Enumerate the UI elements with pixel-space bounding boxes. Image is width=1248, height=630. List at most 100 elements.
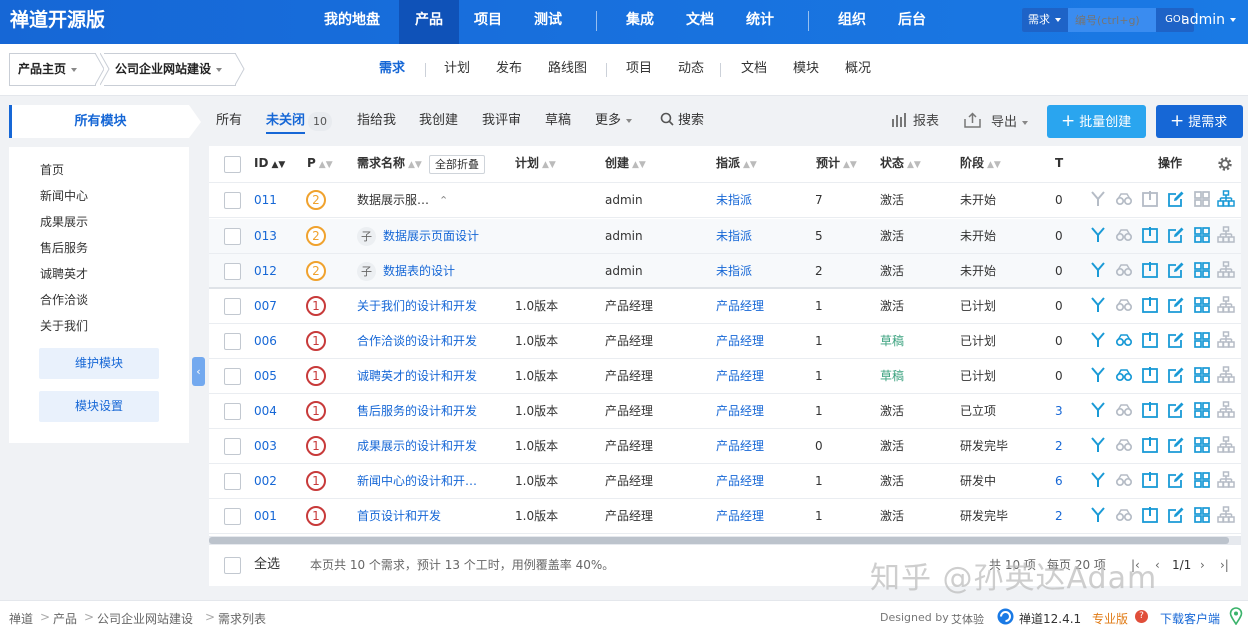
split-story-icon[interactable] (1217, 331, 1235, 349)
subnav-doc[interactable]: 文档 (741, 59, 767, 79)
create-case-icon[interactable] (1193, 296, 1211, 314)
pro-edition-link[interactable]: 专业版 (1092, 610, 1128, 627)
close-story-icon[interactable] (1141, 401, 1159, 419)
subnav-stories[interactable]: 需求 (379, 59, 405, 79)
edit-icon[interactable] (1167, 401, 1185, 419)
table-row[interactable]: 011 2 数据展示服… ⌃ admin 未指派 7 激活 未开始 0 (209, 183, 1241, 218)
table-row[interactable]: 004 1 售后服务的设计和开发 1.0版本 产品经理 产品经理 1 激活 已立… (209, 394, 1241, 429)
story-title-link[interactable]: 数据表的设计 (383, 264, 455, 278)
subnav-overview[interactable]: 概况 (845, 59, 871, 79)
close-story-icon[interactable] (1141, 471, 1159, 489)
select-all-checkbox[interactable] (224, 156, 241, 173)
assignee-link[interactable]: 产品经理 (716, 429, 764, 463)
product-home-dropdown[interactable]: 产品主页 (9, 53, 96, 86)
col-stage[interactable]: 阶段 ▲▼ (960, 146, 1001, 182)
tab-draft[interactable]: 草稿 (545, 112, 571, 129)
batch-create-button[interactable]: + 批量创建 (1047, 105, 1146, 138)
assignee-link[interactable]: 未指派 (716, 254, 752, 288)
module-item-about[interactable]: 关于我们 (40, 317, 88, 334)
module-settings-button[interactable]: 模块设置 (39, 391, 159, 422)
split-story-icon[interactable] (1217, 366, 1235, 384)
story-title-link[interactable]: 关于我们的设计和开发 (357, 299, 477, 313)
row-checkbox[interactable] (224, 473, 241, 490)
row-checkbox[interactable] (224, 192, 241, 209)
designer-link[interactable]: 艾体验 (951, 611, 984, 627)
task-count-cell[interactable]: 2 (1055, 499, 1063, 533)
product-switch-dropdown[interactable]: 公司企业网站建设 (104, 53, 236, 86)
review-icon[interactable] (1115, 331, 1133, 349)
row-checkbox[interactable] (224, 403, 241, 420)
story-id[interactable]: 005 (254, 359, 277, 393)
last-page-icon[interactable]: ›| (1220, 548, 1229, 582)
maintain-module-button[interactable]: 维护模块 (39, 348, 159, 379)
footer-crumb-product[interactable]: 产品 (53, 610, 77, 627)
change-icon[interactable] (1089, 366, 1107, 384)
module-item-news[interactable]: 新闻中心 (40, 187, 88, 204)
edit-icon[interactable] (1167, 366, 1185, 384)
tab-search[interactable]: 搜索 (660, 112, 704, 129)
nav-doc[interactable]: 文档 (686, 0, 714, 44)
all-modules-title[interactable]: 所有模块 (9, 105, 201, 138)
version-link[interactable]: 禅道12.4.1 (1019, 610, 1081, 627)
tab-reviewed-by-me[interactable]: 我评审 (482, 112, 521, 129)
col-status[interactable]: 状态 ▲▼ (880, 146, 921, 182)
split-story-icon[interactable] (1217, 190, 1235, 208)
tab-unclosed[interactable]: 未关闭 (266, 112, 306, 134)
story-title-link[interactable]: 合作洽谈的设计和开发 (357, 334, 477, 348)
split-story-icon[interactable] (1217, 401, 1235, 419)
row-checkbox[interactable] (224, 438, 241, 455)
nav-my-dashboard[interactable]: 我的地盘 (324, 0, 380, 44)
table-row[interactable]: 002 1 新闻中心的设计和开… 1.0版本 产品经理 产品经理 1 激活 研发… (209, 464, 1241, 499)
subnav-roadmap[interactable]: 路线图 (548, 59, 587, 79)
edit-icon[interactable] (1167, 226, 1185, 244)
module-item-service[interactable]: 售后服务 (40, 239, 88, 256)
story-id[interactable]: 002 (254, 464, 277, 498)
assignee-link[interactable]: 产品经理 (716, 359, 764, 393)
assignee-link[interactable]: 产品经理 (716, 394, 764, 428)
change-icon[interactable] (1089, 226, 1107, 244)
create-case-icon[interactable] (1193, 366, 1211, 384)
story-title-link[interactable]: 诚聘英才的设计和开发 (357, 369, 477, 383)
col-estimate[interactable]: 预计 ▲▼ (816, 146, 857, 182)
change-icon[interactable] (1089, 471, 1107, 489)
close-story-icon[interactable] (1141, 506, 1159, 524)
split-story-icon[interactable] (1217, 506, 1235, 524)
story-id[interactable]: 003 (254, 429, 277, 463)
assignee-link[interactable]: 未指派 (716, 183, 752, 217)
change-icon[interactable] (1089, 296, 1107, 314)
footer-crumb-zentao[interactable]: 禅道 (9, 610, 33, 627)
col-priority[interactable]: P ▲▼ (307, 146, 333, 182)
story-title-link[interactable]: 售后服务的设计和开发 (357, 404, 477, 418)
col-assignee[interactable]: 指派 ▲▼ (716, 146, 757, 182)
subnav-plan[interactable]: 计划 (444, 59, 470, 79)
col-name[interactable]: 需求名称 ▲▼ (357, 146, 422, 182)
footer-crumb-product-name[interactable]: 公司企业网站建设 (97, 610, 193, 627)
tab-all[interactable]: 所有 (216, 112, 242, 129)
split-story-icon[interactable] (1217, 226, 1235, 244)
tab-more-dropdown[interactable]: 更多 (595, 112, 633, 129)
task-count-cell[interactable]: 3 (1055, 394, 1063, 428)
subnav-dynamic[interactable]: 动态 (678, 59, 704, 79)
select-all-label[interactable]: 全选 (254, 548, 280, 582)
download-client-link[interactable]: 下载客户端 (1160, 610, 1220, 627)
split-story-icon[interactable] (1217, 261, 1235, 279)
change-icon[interactable] (1089, 401, 1107, 419)
story-id[interactable]: 001 (254, 499, 277, 533)
table-row[interactable]: 006 1 合作洽谈的设计和开发 1.0版本 产品经理 产品经理 1 草稿 已计… (209, 324, 1241, 359)
subnav-module[interactable]: 模块 (793, 59, 819, 79)
row-checkbox[interactable] (224, 508, 241, 525)
review-icon[interactable] (1115, 190, 1133, 208)
row-checkbox[interactable] (224, 368, 241, 385)
close-story-icon[interactable] (1141, 366, 1159, 384)
export-dropdown[interactable]: 导出 (963, 112, 1029, 131)
split-story-icon[interactable] (1217, 436, 1235, 454)
change-icon[interactable] (1089, 331, 1107, 349)
change-icon[interactable] (1089, 190, 1107, 208)
create-case-icon[interactable] (1193, 261, 1211, 279)
close-story-icon[interactable] (1141, 436, 1159, 454)
story-title-link[interactable]: 数据展示服… (357, 193, 429, 207)
gear-icon[interactable] (1217, 156, 1233, 172)
next-page-icon[interactable]: › (1200, 548, 1205, 582)
create-story-button[interactable]: + 提需求 (1156, 105, 1243, 138)
nav-test[interactable]: 测试 (534, 0, 562, 44)
